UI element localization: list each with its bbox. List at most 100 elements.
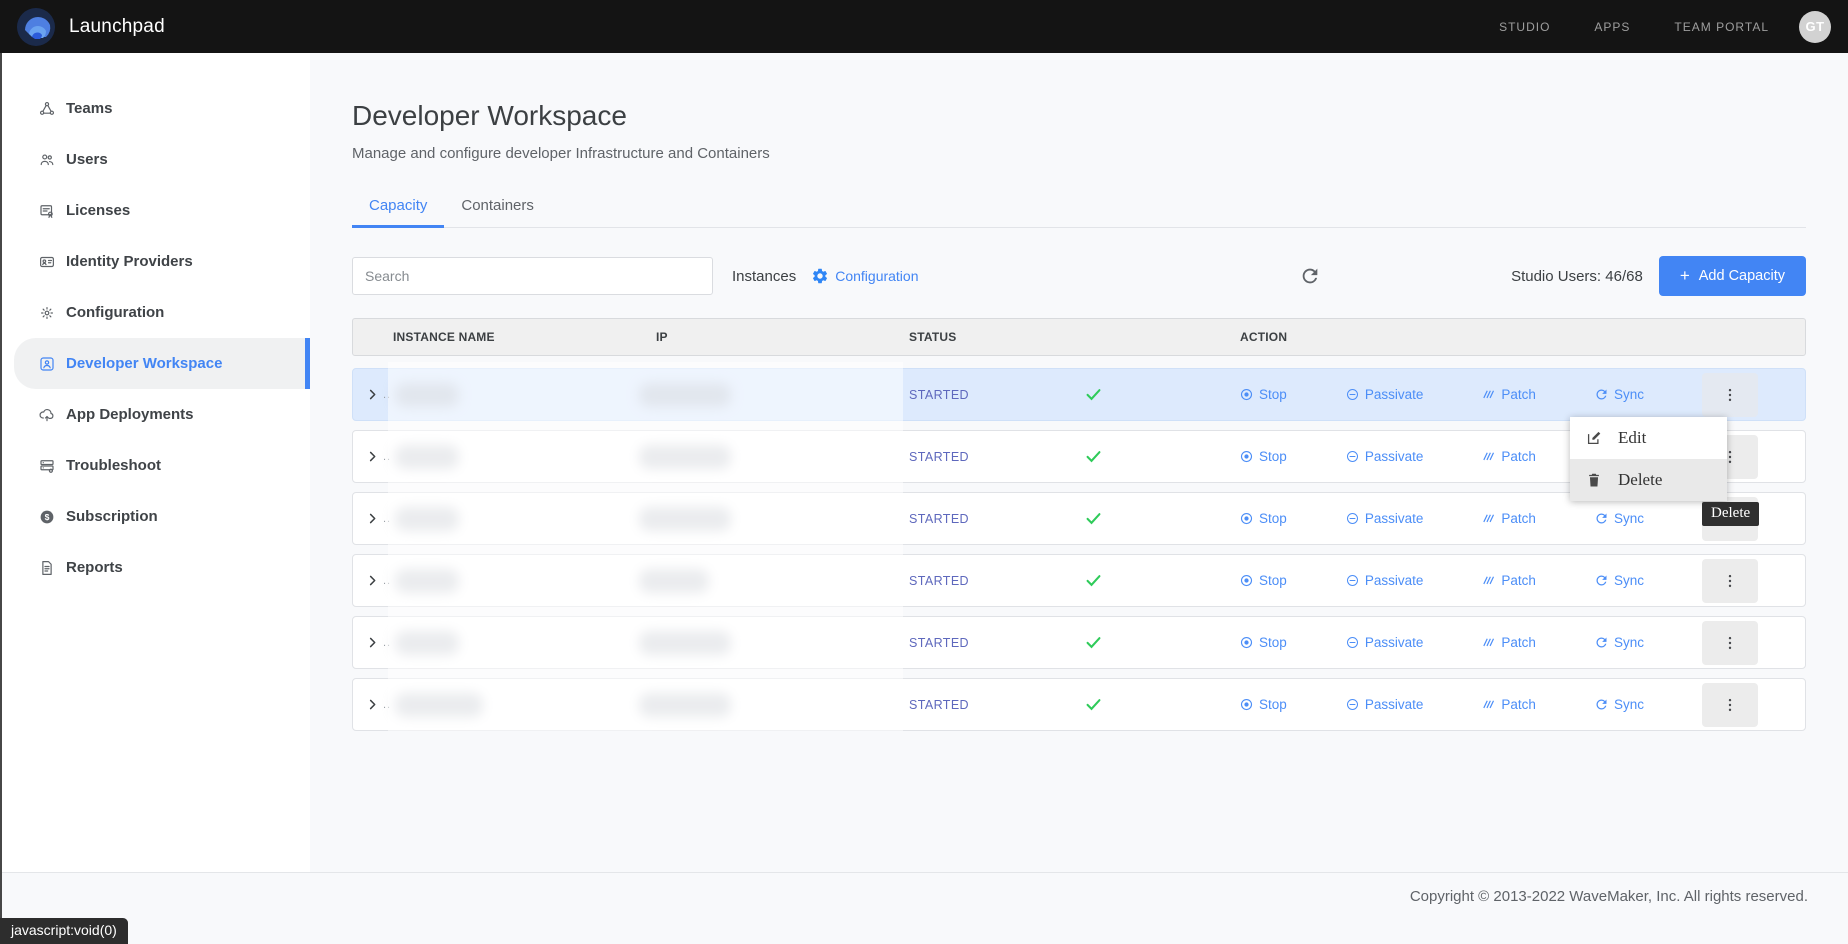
tab-containers[interactable]: Containers bbox=[444, 187, 551, 228]
table-row: ..STARTEDStopPassivatePatchSync bbox=[352, 368, 1806, 421]
action-label: Stop bbox=[1259, 511, 1287, 526]
expand-chevron-icon[interactable] bbox=[365, 511, 380, 526]
plus-icon: + bbox=[1680, 266, 1690, 286]
studio-users-count: Studio Users: 46/68 bbox=[1511, 268, 1643, 285]
sidebar-item-developer-workspace[interactable]: Developer Workspace bbox=[14, 338, 310, 389]
delete-icon bbox=[1585, 471, 1603, 489]
table-row: ..STARTEDStopPassivatePatchSync bbox=[352, 616, 1806, 669]
patch-action[interactable]: Patch bbox=[1481, 387, 1536, 402]
row-menu-button[interactable] bbox=[1702, 373, 1758, 417]
sidebar-item-label: Teams bbox=[66, 100, 112, 117]
status-check-icon bbox=[1084, 571, 1103, 590]
sync-icon bbox=[1594, 387, 1609, 402]
redacted-ip bbox=[639, 445, 731, 469]
sidebar-item-teams[interactable]: Teams bbox=[0, 83, 310, 134]
tab-capacity[interactable]: Capacity bbox=[352, 187, 444, 228]
instances-label: Instances bbox=[732, 268, 796, 285]
sidebar-item-users[interactable]: Users bbox=[0, 134, 310, 185]
user-avatar[interactable]: GT bbox=[1799, 11, 1831, 43]
redacted-ip bbox=[639, 693, 731, 717]
status-check-icon bbox=[1084, 695, 1103, 714]
patch-action[interactable]: Patch bbox=[1481, 573, 1536, 588]
passivate-action[interactable]: Passivate bbox=[1345, 573, 1424, 588]
menu-item-edit-label: Edit bbox=[1618, 428, 1646, 448]
stop-action[interactable]: Stop bbox=[1239, 635, 1287, 650]
redacted-ip bbox=[639, 569, 709, 593]
action-label: Patch bbox=[1501, 573, 1536, 588]
action-label: Patch bbox=[1501, 387, 1536, 402]
nav-team-portal[interactable]: TEAM PORTAL bbox=[1674, 20, 1769, 34]
patch-action[interactable]: Patch bbox=[1481, 449, 1536, 464]
stop-action[interactable]: Stop bbox=[1239, 511, 1287, 526]
action-label: Patch bbox=[1501, 635, 1536, 650]
expand-chevron-icon[interactable] bbox=[365, 449, 380, 464]
nav-studio[interactable]: STUDIO bbox=[1499, 20, 1550, 34]
row-menu-button[interactable] bbox=[1702, 683, 1758, 727]
stop-icon bbox=[1239, 573, 1254, 588]
link-status-bar: javascript:void(0) bbox=[0, 918, 128, 944]
stop-action[interactable]: Stop bbox=[1239, 449, 1287, 464]
passivate-action[interactable]: Passivate bbox=[1345, 697, 1424, 712]
search-input[interactable] bbox=[352, 257, 713, 295]
status-text: STARTED bbox=[909, 450, 969, 464]
row-menu-button[interactable] bbox=[1702, 559, 1758, 603]
action-label: Stop bbox=[1259, 573, 1287, 588]
refresh-icon[interactable] bbox=[1299, 265, 1321, 287]
identity-providers-icon bbox=[38, 253, 56, 271]
delete-tooltip: Delete bbox=[1702, 502, 1759, 526]
gear-icon bbox=[811, 267, 829, 285]
patch-action[interactable]: Patch bbox=[1481, 635, 1536, 650]
menu-item-delete-label: Delete bbox=[1618, 470, 1662, 490]
sync-action[interactable]: Sync bbox=[1594, 697, 1644, 712]
users-icon bbox=[38, 151, 56, 169]
sidebar-item-licenses[interactable]: Licenses bbox=[0, 185, 310, 236]
developer-workspace-icon bbox=[38, 355, 56, 373]
action-label: Sync bbox=[1614, 697, 1644, 712]
sync-action[interactable]: Sync bbox=[1594, 511, 1644, 526]
passivate-action[interactable]: Passivate bbox=[1345, 387, 1424, 402]
sync-action[interactable]: Sync bbox=[1594, 387, 1644, 402]
menu-item-edit[interactable]: Edit bbox=[1570, 417, 1727, 459]
sidebar-item-app-deployments[interactable]: App Deployments bbox=[0, 389, 310, 440]
passivate-action[interactable]: Passivate bbox=[1345, 449, 1424, 464]
patch-icon bbox=[1481, 635, 1496, 650]
patch-action[interactable]: Patch bbox=[1481, 511, 1536, 526]
tab-bar: Capacity Containers bbox=[352, 187, 1806, 228]
sync-action[interactable]: Sync bbox=[1594, 573, 1644, 588]
sidebar-item-reports[interactable]: Reports bbox=[0, 542, 310, 593]
sidebar-item-label: Identity Providers bbox=[66, 253, 193, 270]
expand-chevron-icon[interactable] bbox=[365, 697, 380, 712]
redacted-ip bbox=[639, 631, 731, 655]
menu-item-delete[interactable]: Delete bbox=[1570, 459, 1727, 501]
sidebar-item-identity-providers[interactable]: Identity Providers bbox=[0, 236, 310, 287]
sidebar-item-configuration[interactable]: Configuration bbox=[0, 287, 310, 338]
add-capacity-button[interactable]: + Add Capacity bbox=[1659, 256, 1806, 296]
action-label: Passivate bbox=[1365, 449, 1424, 464]
stop-action[interactable]: Stop bbox=[1239, 697, 1287, 712]
sidebar-item-troubleshoot[interactable]: Troubleshoot bbox=[0, 440, 310, 491]
page-subtitle: Manage and configure developer Infrastru… bbox=[352, 145, 1806, 162]
stop-icon bbox=[1239, 387, 1254, 402]
action-label: Sync bbox=[1614, 387, 1644, 402]
stop-action[interactable]: Stop bbox=[1239, 387, 1287, 402]
expand-chevron-icon[interactable] bbox=[365, 573, 380, 588]
action-label: Passivate bbox=[1365, 511, 1424, 526]
sidebar-item-subscription[interactable]: $Subscription bbox=[0, 491, 310, 542]
patch-action[interactable]: Patch bbox=[1481, 697, 1536, 712]
configuration-link[interactable]: Configuration bbox=[811, 267, 918, 285]
stop-icon bbox=[1239, 511, 1254, 526]
expand-chevron-icon[interactable] bbox=[365, 387, 380, 402]
licenses-icon bbox=[38, 202, 56, 220]
sidebar-item-label: Developer Workspace bbox=[66, 355, 222, 372]
passivate-action[interactable]: Passivate bbox=[1345, 635, 1424, 650]
row-menu-button[interactable] bbox=[1702, 621, 1758, 665]
stop-action[interactable]: Stop bbox=[1239, 573, 1287, 588]
sync-icon bbox=[1594, 573, 1609, 588]
nav-apps[interactable]: APPS bbox=[1594, 20, 1630, 34]
passivate-action[interactable]: Passivate bbox=[1345, 511, 1424, 526]
sync-action[interactable]: Sync bbox=[1594, 635, 1644, 650]
redacted-text-fragment: .. bbox=[383, 575, 391, 587]
instances-table: INSTANCE NAME IP STATUS ACTION ..STARTED… bbox=[352, 318, 1806, 731]
patch-icon bbox=[1481, 697, 1496, 712]
expand-chevron-icon[interactable] bbox=[365, 635, 380, 650]
